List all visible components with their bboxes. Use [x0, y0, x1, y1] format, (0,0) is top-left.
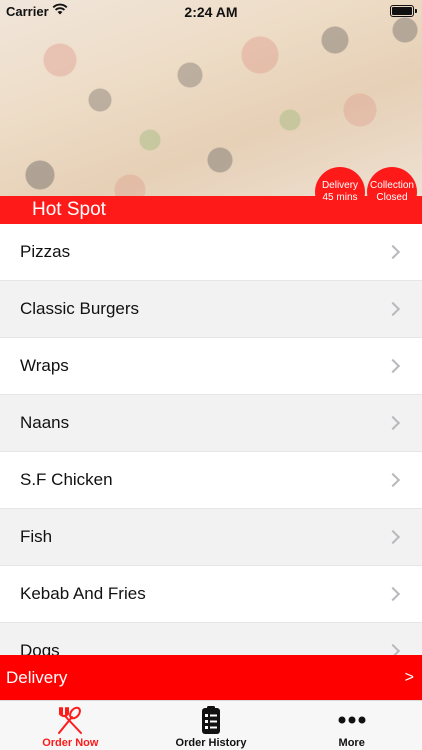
more-dots-icon — [336, 705, 368, 735]
tab-more[interactable]: More — [281, 701, 422, 750]
category-label: Wraps — [20, 356, 69, 375]
category-item-naans[interactable]: Naans — [0, 395, 422, 452]
tab-order-history[interactable]: Order History — [141, 701, 282, 750]
tab-label: Order Now — [42, 737, 99, 749]
category-label: Naans — [20, 413, 70, 432]
delivery-badge-value: 45 mins — [322, 192, 358, 203]
chevron-right-icon — [385, 529, 401, 545]
collection-badge-title: Collection — [370, 180, 414, 191]
collection-status-badge: Collection Closed — [367, 167, 417, 217]
category-label: Dogs — [20, 641, 60, 655]
store-name: Hot Spot — [32, 199, 106, 220]
category-item-sf-chicken[interactable]: S.F Chicken — [0, 452, 422, 509]
delivery-badge-title: Delivery — [321, 180, 359, 191]
category-label: Kebab And Fries — [20, 584, 146, 603]
battery-icon — [390, 5, 417, 17]
clock: 2:24 AM — [184, 4, 238, 20]
tab-bar: Order Now Order History More — [0, 700, 422, 750]
delivery-mode-label: Delivery — [6, 667, 68, 687]
chevron-right-icon — [385, 586, 401, 602]
chevron-right-icon — [385, 472, 401, 488]
delivery-mode-bar[interactable]: Delivery > — [0, 655, 422, 700]
category-label: Classic Burgers — [20, 299, 140, 318]
category-item-pizzas[interactable]: Pizzas — [0, 224, 422, 281]
category-item-wraps[interactable]: Wraps — [0, 338, 422, 395]
category-item-kebab-and-fries[interactable]: Kebab And Fries — [0, 566, 422, 623]
chevron-right-icon — [385, 358, 401, 374]
arrow-right-icon: > — [404, 668, 414, 686]
category-label: Fish — [20, 527, 53, 546]
chevron-right-icon — [385, 643, 401, 655]
category-label: Pizzas — [20, 242, 71, 261]
delivery-time-badge: Delivery 45 mins — [315, 167, 365, 217]
collection-badge-value: Closed — [376, 192, 408, 203]
chevron-right-icon — [385, 244, 401, 260]
tab-order-now[interactable]: Order Now — [0, 701, 141, 750]
tab-label: Order History — [175, 737, 247, 749]
category-list: Pizzas Classic Burgers Wraps Naans S.F C… — [0, 224, 422, 655]
category-item-dogs[interactable]: Dogs — [0, 623, 422, 655]
clipboard-icon — [195, 705, 227, 735]
category-item-fish[interactable]: Fish — [0, 509, 422, 566]
category-item-classic-burgers[interactable]: Classic Burgers — [0, 281, 422, 338]
status-bar: Carrier 2:24 AM — [0, 0, 422, 22]
chevron-right-icon — [385, 415, 401, 431]
tab-label: More — [338, 737, 365, 749]
cutlery-icon — [54, 705, 86, 735]
chevron-right-icon — [385, 301, 401, 317]
category-label: S.F Chicken — [20, 470, 113, 489]
